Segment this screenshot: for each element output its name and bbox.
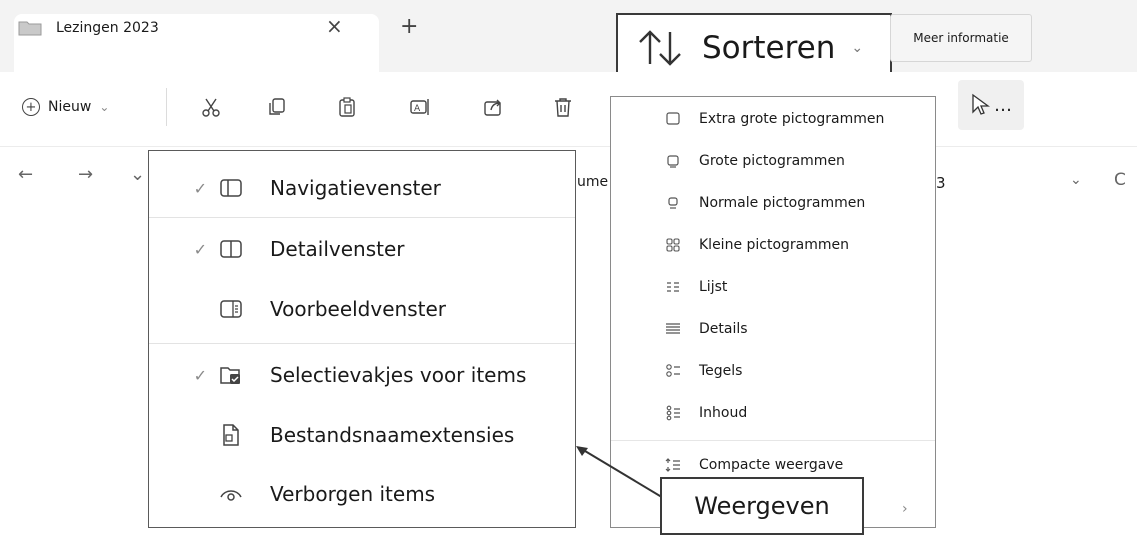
details-pane-icon: [220, 240, 242, 258]
plus-circle-icon: +: [22, 98, 40, 116]
menu-item-label: Verborgen items: [270, 482, 436, 506]
large-icons-icon: [667, 155, 679, 168]
menu-item-details[interactable]: Details: [611, 309, 935, 349]
address-path-end[interactable]: 3: [936, 174, 946, 192]
menu-item-list[interactable]: Lijst: [611, 267, 935, 307]
menu-item-hidden-items[interactable]: Verborgen items: [149, 465, 575, 523]
menu-item-label: Inhoud: [699, 405, 748, 421]
menu-item-label: Compacte weergave: [699, 457, 844, 473]
more-info-tooltip: Meer informatie: [890, 14, 1032, 62]
new-button-label: Nieuw: [48, 99, 92, 115]
list-icon: [667, 282, 679, 292]
menu-item-label: Detailvenster: [270, 237, 405, 261]
chevron-down-icon: ⌄: [851, 40, 864, 56]
extra-large-icons-icon: [666, 112, 680, 125]
forward-arrow-icon[interactable]: →: [78, 164, 93, 185]
menu-item-label: Normale pictogrammen: [699, 195, 866, 211]
menu-item-file-extensions[interactable]: Bestandsnaamextensies: [149, 406, 575, 464]
check-icon: ✓: [193, 239, 207, 259]
pointer-icon: [972, 93, 990, 115]
show-menu: ✓ Navigatievenster ✓ Detailvenster Voorb…: [148, 150, 576, 528]
view-callout: Weergeven: [660, 477, 864, 535]
content-icon: [666, 405, 680, 421]
sort-icon: [639, 30, 681, 66]
chevron-down-icon: ⌄: [99, 100, 110, 114]
menu-item-small-icons[interactable]: Kleine pictogrammen: [611, 225, 935, 265]
menu-item-label: Selectievakjes voor items: [270, 363, 527, 387]
menu-item-item-checkboxes[interactable]: ✓ Selectievakjes voor items: [149, 346, 575, 404]
menu-item-label: Tegels: [699, 363, 743, 379]
new-button[interactable]: + Nieuw ⌄: [22, 90, 109, 124]
menu-item-label: Lijst: [699, 279, 728, 295]
more-icon: …: [994, 94, 1012, 116]
menu-item-preview-pane[interactable]: Voorbeeldvenster: [149, 280, 575, 338]
chevron-right-icon: ›: [902, 501, 908, 517]
menu-item-label: Details: [699, 321, 748, 337]
svg-text:A: A: [414, 104, 421, 114]
tab-title: Lezingen 2023: [56, 20, 159, 36]
tab-close-icon[interactable]: ×: [326, 14, 343, 38]
address-bar[interactable]: ume: [577, 174, 608, 190]
menu-item-details-pane[interactable]: ✓ Detailvenster: [149, 220, 575, 278]
sort-label: Sorteren: [702, 30, 836, 66]
refresh-icon[interactable]: C: [1114, 170, 1126, 190]
menu-item-label: Kleine pictogrammen: [699, 237, 850, 253]
checkbox-items-icon: [220, 367, 240, 384]
back-arrow-icon[interactable]: ←: [18, 164, 33, 185]
file-extension-icon: [223, 424, 239, 446]
navigation-pane-icon: [220, 179, 242, 197]
check-icon: ✓: [193, 178, 207, 198]
folder-icon: [18, 21, 42, 36]
rename-icon[interactable]: A: [405, 92, 435, 122]
tiles-icon: [666, 364, 680, 377]
details-icon: [666, 323, 680, 334]
address-dropdown-icon[interactable]: ⌄: [1070, 172, 1082, 188]
eye-icon: [220, 490, 242, 501]
menu-item-navigation-pane[interactable]: ✓ Navigatievenster: [149, 159, 575, 217]
menu-divider: [149, 343, 575, 344]
menu-divider: [149, 217, 575, 218]
see-more-button[interactable]: …: [958, 80, 1024, 130]
cut-icon[interactable]: [196, 92, 226, 122]
menu-item-content[interactable]: Inhoud: [611, 393, 935, 433]
toolbar-divider: [166, 88, 167, 126]
menu-item-medium-icons[interactable]: Normale pictogrammen: [611, 183, 935, 223]
menu-item-label: Grote pictogrammen: [699, 153, 845, 169]
menu-item-extra-large-icons[interactable]: Extra grote pictogrammen: [611, 99, 935, 139]
menu-item-tiles[interactable]: Tegels: [611, 351, 935, 391]
new-tab-icon[interactable]: +: [400, 14, 418, 39]
small-icons-icon: [666, 238, 680, 252]
recent-locations-icon[interactable]: ⌄: [130, 164, 145, 185]
menu-item-label: Bestandsnaamextensies: [270, 423, 515, 447]
menu-item-large-icons[interactable]: Grote pictogrammen: [611, 141, 935, 181]
paste-icon[interactable]: [332, 92, 362, 122]
menu-item-label: Navigatievenster: [270, 176, 441, 200]
medium-icons-icon: [668, 197, 678, 209]
check-icon: ✓: [193, 365, 207, 385]
menu-item-label: Voorbeeldvenster: [270, 297, 446, 321]
copy-icon[interactable]: [262, 92, 292, 122]
menu-item-label: Extra grote pictogrammen: [699, 111, 885, 127]
preview-pane-icon: [220, 300, 242, 318]
share-icon[interactable]: [478, 92, 508, 122]
delete-icon[interactable]: [548, 92, 578, 122]
